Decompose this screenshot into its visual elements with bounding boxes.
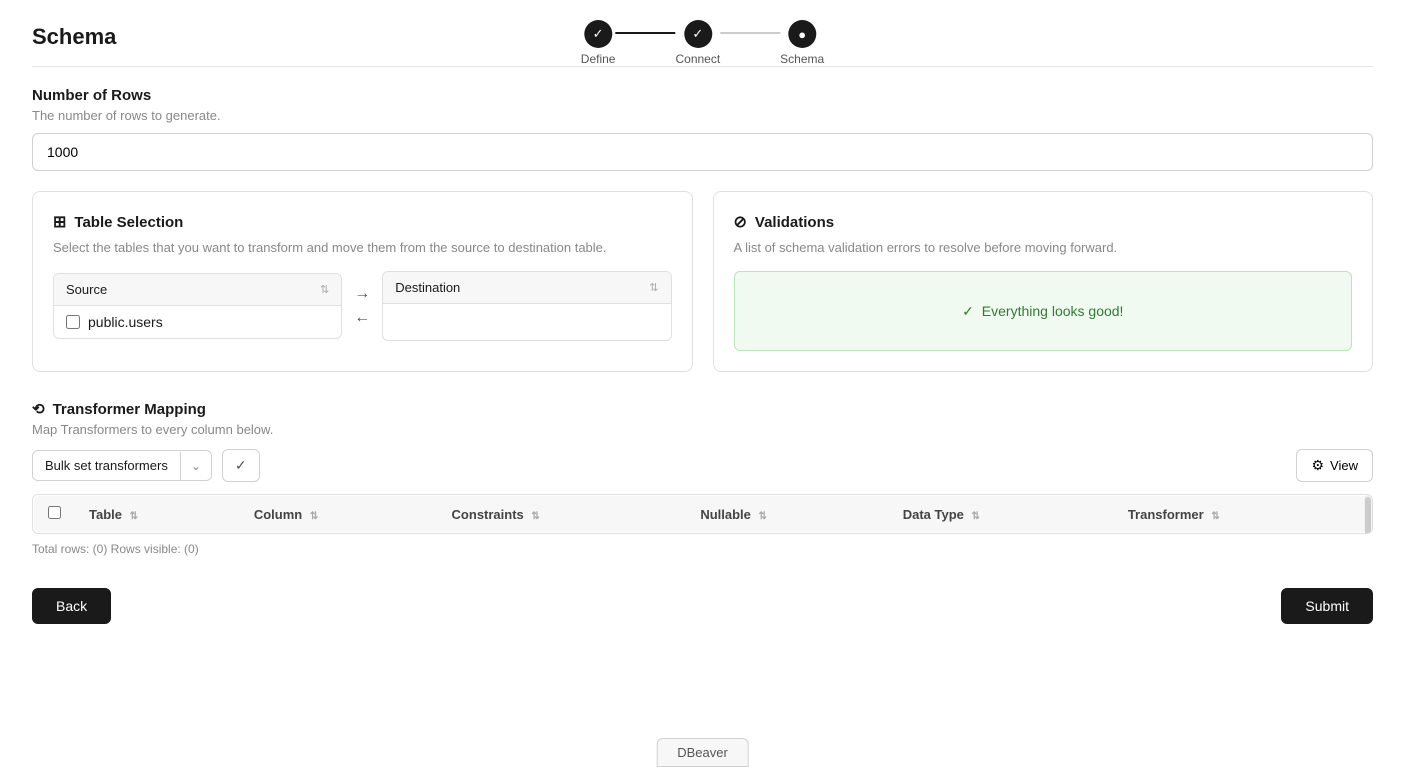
source-table-label: public.users xyxy=(88,314,163,330)
table-icon: ⊞ xyxy=(53,212,66,232)
th-constraints[interactable]: Constraints ⇅ xyxy=(438,496,687,533)
transformer-icon: ⟲ xyxy=(32,400,45,418)
th-nullable[interactable]: Nullable ⇅ xyxy=(686,496,888,533)
bulk-select-label: Bulk set transformers xyxy=(33,451,180,480)
table-selection-title: ⊞ Table Selection xyxy=(53,212,672,232)
source-sort-icon[interactable]: ⇅ xyxy=(320,283,329,296)
scrollbar-track[interactable] xyxy=(1364,495,1372,533)
table-selection-hint: Select the tables that you want to trans… xyxy=(53,240,672,255)
page: Schema ✓ Define ✓ Connect ● Schema Numbe… xyxy=(0,0,1405,767)
rows-label: Number of Rows xyxy=(32,87,1373,104)
footer: Back Submit xyxy=(32,588,1373,624)
th-transformer-sort-icon[interactable]: ⇅ xyxy=(1211,511,1219,522)
validation-icon: ⊘ xyxy=(734,212,747,232)
destination-header: Destination ⇅ xyxy=(383,272,670,304)
step-line-1 xyxy=(615,32,675,34)
stepper: ✓ Define ✓ Connect ● Schema xyxy=(581,20,824,66)
transformer-table: Table ⇅ Column ⇅ Constraints ⇅ Nullabl xyxy=(33,495,1372,533)
step-define-label: Define xyxy=(581,52,616,66)
total-rows-label: Total rows: (0) Rows visible: (0) xyxy=(32,542,1373,556)
th-table[interactable]: Table ⇅ xyxy=(75,496,240,533)
step-schema-circle: ● xyxy=(788,20,816,48)
bulk-check-button[interactable]: ✓ xyxy=(222,449,260,482)
number-of-rows-section: Number of Rows The number of rows to gen… xyxy=(32,87,1373,171)
step-connect-circle: ✓ xyxy=(684,20,712,48)
step-define: ✓ Define xyxy=(581,20,616,66)
th-transformer[interactable]: Transformer ⇅ xyxy=(1114,496,1372,533)
destination-sort-icon[interactable]: ⇅ xyxy=(649,281,658,294)
view-icon: ⚙ xyxy=(1311,457,1324,474)
checkmark-icon: ✓ xyxy=(962,303,974,320)
transformer-hint: Map Transformers to every column below. xyxy=(32,422,1373,437)
step-line-2 xyxy=(720,32,780,34)
source-checkbox-public-users[interactable] xyxy=(66,315,80,329)
step-define-circle: ✓ xyxy=(584,20,612,48)
th-checkbox xyxy=(34,496,76,533)
source-column: Source ⇅ public.users xyxy=(53,273,342,339)
validations-card: ⊘ Validations A list of schema validatio… xyxy=(713,191,1374,372)
arrow-left-icon: ← xyxy=(354,309,370,327)
transformer-table-wrapper: Table ⇅ Column ⇅ Constraints ⇅ Nullabl xyxy=(32,494,1373,534)
bulk-select-chevron-icon[interactable]: ⌄ xyxy=(180,452,211,480)
step-connect: ✓ Connect xyxy=(675,20,720,66)
validation-success-box: ✓ Everything looks good! xyxy=(734,271,1353,351)
cards-row: ⊞ Table Selection Select the tables that… xyxy=(32,191,1373,372)
validation-success-message: Everything looks good! xyxy=(982,303,1124,319)
th-data-type[interactable]: Data Type ⇅ xyxy=(889,496,1114,533)
th-column-sort-icon[interactable]: ⇅ xyxy=(310,511,318,522)
view-button[interactable]: ⚙ View xyxy=(1296,449,1373,482)
validations-hint: A list of schema validation errors to re… xyxy=(734,240,1353,255)
bulk-set-transformers-select[interactable]: Bulk set transformers ⌄ xyxy=(32,450,212,481)
divider-top xyxy=(32,66,1373,67)
scrollbar-thumb[interactable] xyxy=(1365,497,1371,534)
th-constraints-sort-icon[interactable]: ⇅ xyxy=(531,511,539,522)
arrow-right-icon: → xyxy=(354,285,370,303)
rows-input[interactable] xyxy=(32,133,1373,171)
transformer-toolbar: Bulk set transformers ⌄ ✓ ⚙ View xyxy=(32,449,1373,482)
select-all-checkbox[interactable] xyxy=(48,506,61,519)
transfer-arrows: → ← xyxy=(354,285,370,327)
source-header: Source ⇅ xyxy=(54,274,341,306)
rows-hint: The number of rows to generate. xyxy=(32,108,1373,123)
destination-column: Destination ⇅ xyxy=(382,271,671,341)
th-table-sort-icon[interactable]: ⇅ xyxy=(130,511,138,522)
destination-rows xyxy=(383,304,670,340)
step-schema: ● Schema xyxy=(780,20,824,66)
table-selection-card: ⊞ Table Selection Select the tables that… xyxy=(32,191,693,372)
transformer-title: ⟲ Transformer Mapping xyxy=(32,400,1373,418)
dbeaver-hint: DBeaver xyxy=(656,738,749,767)
destination-label: Destination xyxy=(395,280,460,295)
submit-button[interactable]: Submit xyxy=(1281,588,1373,624)
table-mapping: Source ⇅ public.users → ← Desti xyxy=(53,271,672,341)
source-label: Source xyxy=(66,282,107,297)
step-schema-label: Schema xyxy=(780,52,824,66)
transformer-mapping-section: ⟲ Transformer Mapping Map Transformers t… xyxy=(32,400,1373,556)
back-button[interactable]: Back xyxy=(32,588,111,624)
table-header-row: Table ⇅ Column ⇅ Constraints ⇅ Nullabl xyxy=(34,496,1372,533)
validations-title: ⊘ Validations xyxy=(734,212,1353,232)
th-column[interactable]: Column ⇅ xyxy=(240,496,438,533)
th-nullable-sort-icon[interactable]: ⇅ xyxy=(759,511,767,522)
view-label: View xyxy=(1330,458,1358,473)
th-data-type-sort-icon[interactable]: ⇅ xyxy=(972,511,980,522)
source-row-public-users: public.users xyxy=(54,306,341,338)
step-connect-label: Connect xyxy=(675,52,720,66)
